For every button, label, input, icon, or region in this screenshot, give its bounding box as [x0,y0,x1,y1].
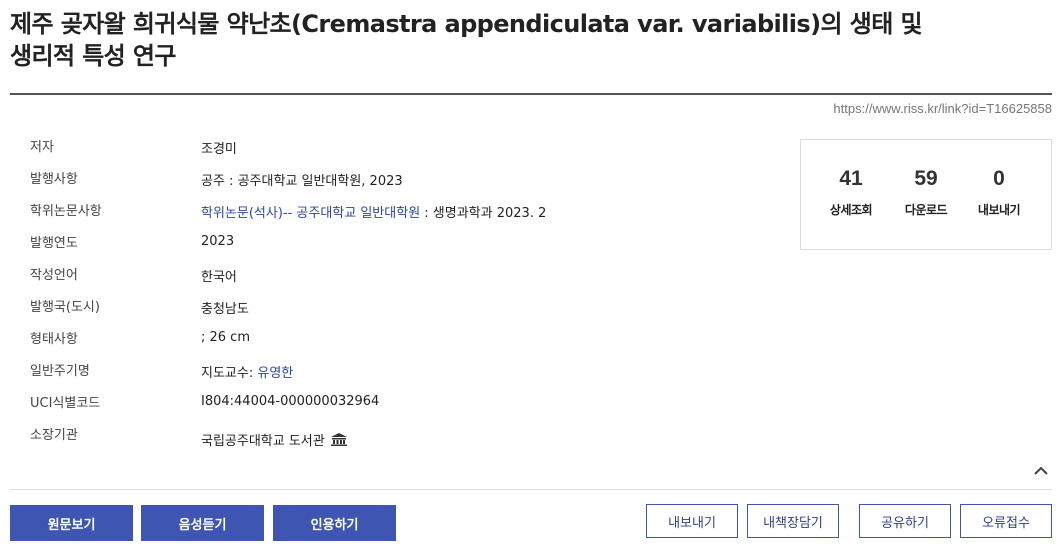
stat-number: 41 [839,167,863,190]
cite-button[interactable]: 인용하기 [273,505,396,541]
field-label: UCI식별코드 [30,396,101,411]
field-country: 발행국(도시) 충청남도 [30,296,790,317]
field-label: 형태사항 [30,332,78,347]
page-title: 제주 곶자왈 희귀식물 약난초(Cremastra appendiculata … [10,10,923,70]
field-format: 형태사항 ; 26 cm [30,328,790,348]
field-value: 국립공주대학교 도서관 [201,430,347,450]
collapse-chevron-up-icon[interactable] [1032,462,1050,480]
field-publication: 발행사항 공주 : 공주대학교 일반대학원, 2023 [30,168,790,189]
title-divider [10,93,1052,95]
field-label: 저자 [30,140,54,155]
field-label: 발행사항 [30,172,78,187]
library-icon[interactable] [330,433,347,450]
field-note: 일반주기명 지도교수: 유영한 [30,360,790,381]
field-holding: 소장기관 국립공주대학교 도서관 [30,424,790,449]
stat-label: 내보내기 [977,203,1021,217]
field-value: 한국어 [201,270,237,285]
field-value: 지도교수: 유영한 [201,362,293,381]
advisor-prefix: 지도교수: [201,366,258,381]
share-button[interactable]: 공유하기 [859,504,951,538]
advisor-link[interactable]: 유영한 [257,366,293,381]
actions-divider [10,489,1052,490]
field-label: 발행국(도시) [30,300,100,315]
stat-views: 41 상세조회 [811,166,891,218]
listen-audio-button[interactable]: 음성듣기 [141,505,264,541]
field-value: 공주 : 공주대학교 일반대학원, 2023 [201,174,403,189]
stat-number: 59 [914,167,938,190]
thesis-link[interactable]: 학위논문(석사)-- 공주대학교 일반대학원 [201,206,420,221]
permalink-url[interactable]: https://www.riss.kr/link?id=T16625858 [833,101,1052,116]
stat-number: 0 [993,167,1005,190]
field-label: 학위논문사항 [30,204,102,219]
holding-name: 국립공주대학교 도서관 [201,434,325,449]
report-error-button[interactable]: 오류접수 [960,504,1052,538]
field-author: 저자 조경미 [30,136,790,157]
view-original-button[interactable]: 원문보기 [10,505,133,541]
field-value: ; 26 cm [201,330,250,345]
field-thesis: 학위논문사항 학위논문(석사)-- 공주대학교 일반대학원 : 생명과학과 20… [30,200,790,221]
export-button[interactable]: 내보내기 [646,504,738,538]
field-value: 학위논문(석사)-- 공주대학교 일반대학원 : 생명과학과 2023. 2 [201,202,546,221]
field-label: 일반주기명 [30,364,90,379]
field-language: 작성언어 한국어 [30,264,790,285]
stat-exports: 0 내보내기 [959,166,1039,218]
add-to-bookshelf-button[interactable]: 내책장담기 [747,504,839,538]
thesis-detail: : 생명과학과 2023. 2 [420,206,547,221]
field-label: 소장기관 [30,428,78,443]
field-value: I804:44004-000000032964 [201,394,380,409]
field-value: 2023 [201,234,235,249]
field-uci: UCI식별코드 I804:44004-000000032964 [30,392,790,412]
stat-label: 다운로드 [904,203,948,217]
usage-stats: 41 상세조회 59 다운로드 0 내보내기 [800,139,1052,250]
author-link[interactable]: 조경미 [201,138,237,157]
field-value: 충청남도 [201,302,249,317]
field-label: 발행연도 [30,236,78,251]
field-year: 발행연도 2023 [30,232,790,252]
field-label: 작성언어 [30,268,78,283]
stat-downloads: 59 다운로드 [886,166,966,218]
stat-label: 상세조회 [829,203,873,217]
